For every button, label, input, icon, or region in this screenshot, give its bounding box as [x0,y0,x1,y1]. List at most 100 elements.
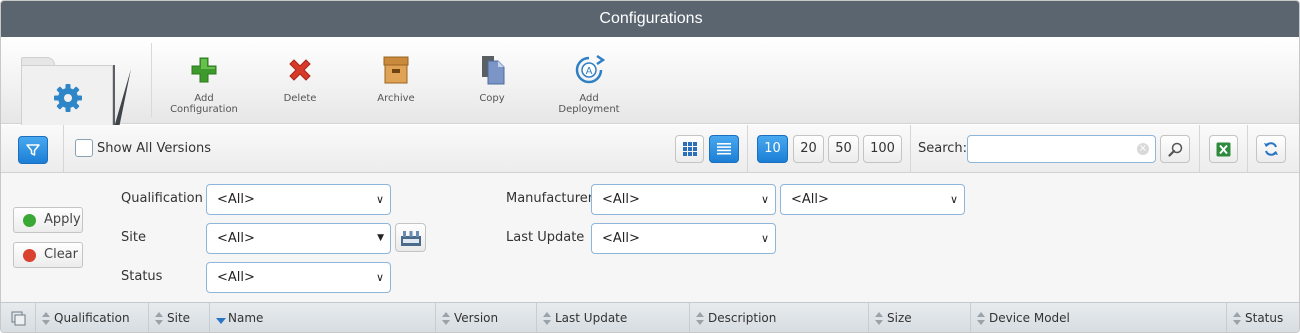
column-label: Device Model [989,311,1070,325]
site-picker-button[interactable] [395,223,426,252]
add-icon [191,57,217,83]
toolbar-separator [1199,125,1200,173]
sort-icon [875,312,883,325]
status-select[interactable]: <All> ∨ [206,262,391,293]
archive-icon [383,56,409,84]
copy-label: Copy [479,93,505,104]
page-size-20-button[interactable]: 20 [793,135,824,163]
last-update-value: <All> [602,231,640,246]
qualification-value: <All> [217,192,255,207]
add-deployment-button[interactable]: A Add Deployment [544,53,634,115]
sort-icon [442,312,450,325]
column-header-description[interactable]: Description [689,303,868,332]
column-header-qualification[interactable]: Qualification [35,303,148,332]
filter-panel: Apply Clear Qualification <All> ∨ Site <… [1,173,1299,302]
qualification-select[interactable]: <All> ∨ [206,184,391,215]
sort-icon [543,312,551,325]
sort-icon [696,312,704,325]
search-label: Search: [918,141,968,156]
refresh-button[interactable] [1256,135,1286,163]
grid-header: Qualification Site Name Version Last Upd… [1,302,1299,332]
column-label: Status [1245,311,1284,325]
add-configuration-label: Add Configuration [170,93,238,115]
grid-view-button[interactable] [675,135,704,163]
page-size-100-button[interactable]: 100 [863,135,902,163]
column-header-version[interactable]: Version [435,303,536,332]
site-value: <All> [217,231,255,246]
column-label: Last Update [555,311,628,325]
apply-label: Apply [44,212,81,227]
export-excel-button[interactable] [1209,135,1238,163]
add-deployment-label: Add Deployment [558,93,620,115]
sort-icon [1233,312,1241,325]
chevron-down-icon: ∨ [949,193,958,206]
column-label: Qualification [54,311,130,325]
manufacturer-model-select[interactable]: <All> ∨ [780,184,965,215]
configurations-window: Configurations Add Configuration Delete … [0,0,1300,333]
clear-button[interactable]: Clear [13,242,83,268]
select-all-column[interactable] [1,303,35,332]
column-header-site[interactable]: Site [148,303,209,332]
sort-descending-icon [216,312,226,325]
ribbon-toolbar: Add Configuration Delete Archive Copy A … [1,37,1299,131]
delete-label: Delete [283,93,317,104]
copy-button[interactable]: Copy [447,53,537,104]
search-input[interactable]: × [967,135,1156,163]
site-picker-icon [401,231,421,246]
manufacturer-model-value: <All> [791,192,829,207]
excel-icon [1216,142,1231,157]
page-size-50-button[interactable]: 50 [828,135,859,163]
toolbar-separator [747,125,748,173]
copy-icon [482,56,505,85]
site-label: Site [121,230,146,245]
column-label: Site [167,311,191,325]
qualification-label: Qualification [121,191,203,206]
column-header-size[interactable]: Size [868,303,970,332]
archive-label: Archive [377,93,415,104]
column-label: Name [228,311,264,325]
last-update-label: Last Update [506,230,585,245]
last-update-select[interactable]: <All> ∨ [591,223,776,254]
clear-label: Clear [44,247,78,262]
delete-icon [289,59,311,81]
manufacturer-value: <All> [602,192,640,207]
column-label: Description [708,311,777,325]
chevron-down-icon: ∨ [375,271,384,284]
svg-text:A: A [586,66,593,77]
clear-search-icon[interactable]: × [1137,143,1149,155]
column-header-name[interactable]: Name [209,303,435,332]
column-header-device-model[interactable]: Device Model [970,303,1226,332]
search-icon [1167,142,1182,157]
search-button[interactable] [1160,135,1190,163]
apply-button[interactable]: Apply [13,207,83,233]
archive-button[interactable]: Archive [351,53,441,104]
show-all-versions-label: Show All Versions [97,141,212,156]
page-size-10-button[interactable]: 10 [757,135,788,163]
show-all-versions-checkbox[interactable] [75,139,93,157]
grid-view-icon [682,142,697,156]
window-title: Configurations [1,1,1299,37]
column-header-last-update[interactable]: Last Update [536,303,689,332]
configurations-folder-icon [21,57,131,131]
chevron-down-icon: ∨ [375,193,384,206]
column-header-status[interactable]: Status [1226,303,1299,332]
delete-button[interactable]: Delete [255,53,345,104]
gear-icon [54,84,82,112]
grid-toolbar: Show All Versions 10 20 50 100 Search: × [1,125,1299,173]
status-value: <All> [217,270,255,285]
clear-icon [23,249,36,262]
sort-icon [42,312,50,325]
chevron-down-icon: ∨ [760,232,769,245]
column-label: Version [454,311,499,325]
toolbar-separator [63,125,64,173]
filter-toggle-button[interactable] [18,136,48,164]
caret-down-icon: ▼ [377,233,384,243]
manufacturer-select[interactable]: <All> ∨ [591,184,776,215]
manufacturer-label: Manufacturer [506,191,594,206]
site-select[interactable]: <All> ▼ [206,223,391,254]
toolbar-separator [910,125,911,173]
column-label: Size [887,311,912,325]
sort-icon [977,312,985,325]
add-configuration-button[interactable]: Add Configuration [159,53,249,115]
list-view-button[interactable] [709,135,739,163]
